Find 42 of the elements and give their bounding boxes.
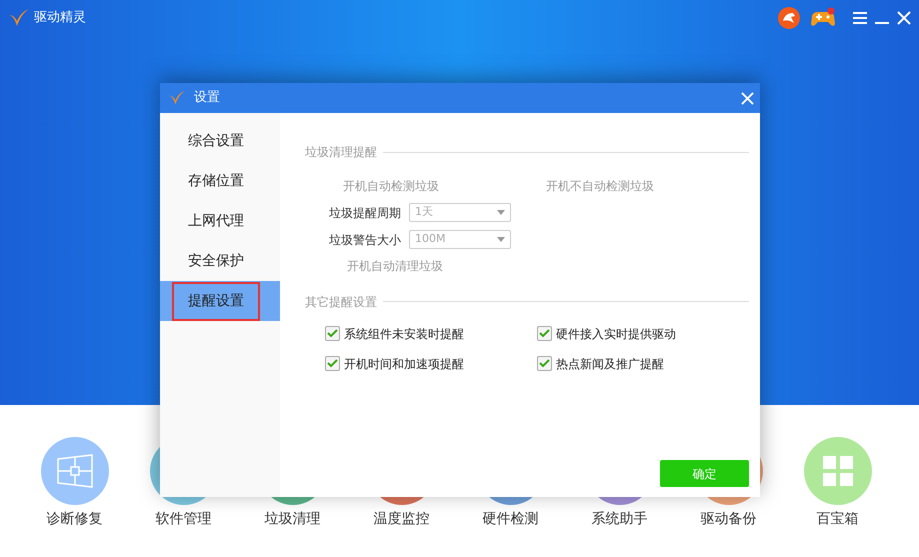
sidebar-tab[interactable]: 综合设置 [160, 121, 280, 161]
sidebar-tab[interactable]: 安全保护 [160, 241, 280, 281]
sidebar-tab[interactable]: 提醒设置 [160, 281, 280, 321]
checkbox-label: 开机时间和加速项提醒 [344, 356, 464, 372]
dropdown-label: 垃圾提醒周期 [328, 204, 401, 222]
logo-icon [8, 8, 30, 28]
close-icon[interactable] [741, 92, 754, 104]
sidebar-tab[interactable]: 上网代理 [160, 201, 280, 241]
section-title: 其它提醒设置 [305, 294, 377, 310]
checkbox[interactable] [537, 356, 552, 371]
menu-icon[interactable] [853, 12, 867, 24]
logo-icon [168, 90, 186, 106]
grid-icon [822, 455, 854, 487]
caret-icon [497, 237, 505, 242]
tool-label: 百宝箱 [816, 510, 858, 529]
tool-label: 硬件检测 [482, 510, 538, 529]
caret-icon [497, 210, 505, 215]
dropdown-label: 垃圾警告大小 [328, 232, 401, 248]
tool-label: 软件管理 [156, 510, 212, 529]
checkbox[interactable] [325, 356, 340, 371]
section-title: 垃圾清理提醒 [305, 144, 377, 161]
tool-label: 驱动备份 [700, 510, 756, 529]
dialog-title: 设置 [194, 89, 220, 108]
close-icon[interactable] [897, 11, 911, 25]
checkbox-label: 热点新闻及推广提醒 [556, 356, 664, 372]
browser-icon[interactable] [777, 6, 801, 30]
tool-label: 诊断修复 [46, 510, 102, 529]
option-label: 开机自动清理垃圾 [347, 259, 443, 273]
option-label: 开机自动检测垃圾 [343, 178, 440, 195]
tool-label: 垃圾清理 [264, 510, 320, 529]
checkbox[interactable] [325, 326, 340, 341]
checkbox-label: 硬件接入实时提供驱动 [556, 326, 676, 342]
tool-label: 系统助手 [592, 510, 648, 529]
sidebar-tab[interactable]: 存储位置 [160, 161, 280, 201]
app-title: 驱动精灵 [34, 9, 86, 28]
checkbox[interactable] [537, 326, 552, 341]
dropdown-field: 100M [409, 230, 511, 249]
windows-icon [56, 454, 94, 488]
checkbox-label: 系统组件未安装时提醒 [344, 326, 464, 342]
dropdown-field: 1天 [409, 203, 511, 222]
tool-label: 温度监控 [374, 510, 430, 529]
option-label: 开机不自动检测垃圾 [546, 178, 655, 195]
